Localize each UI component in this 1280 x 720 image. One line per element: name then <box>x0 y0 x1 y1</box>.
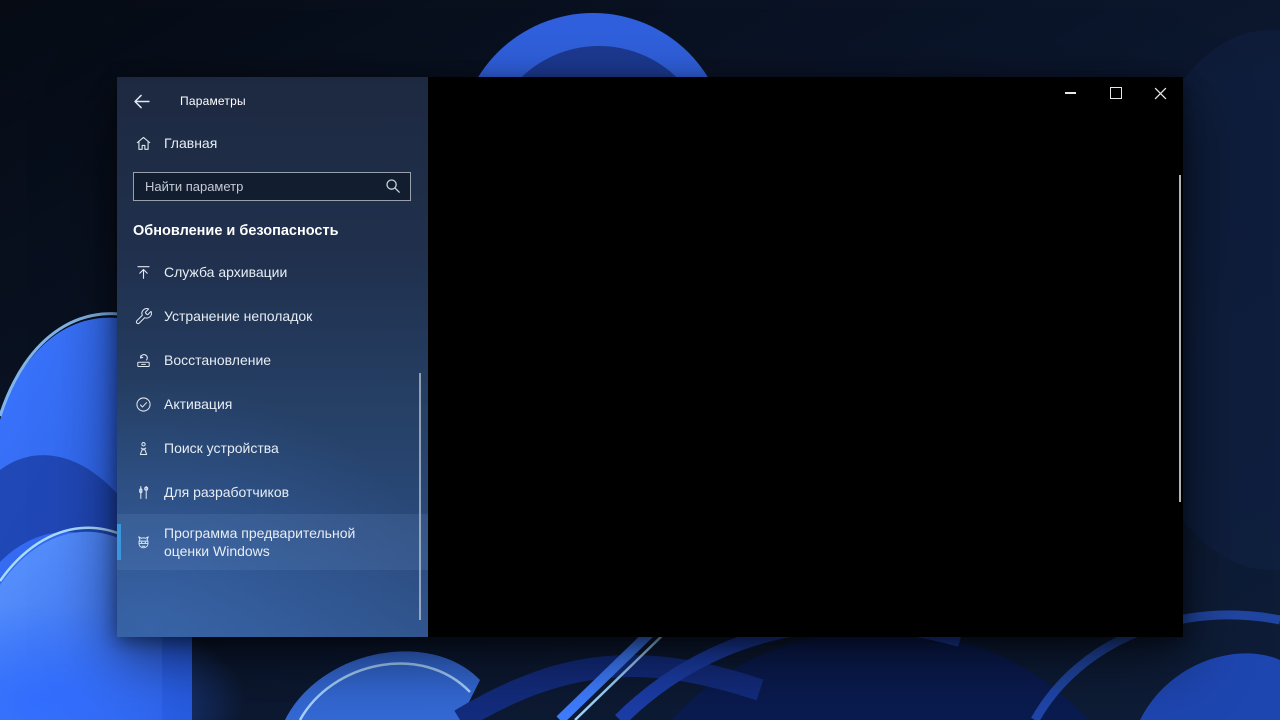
sidebar-item-home[interactable]: Главная <box>117 128 428 158</box>
sidebar-item-label: Активация <box>164 396 233 412</box>
sidebar-item-label: Служба архивации <box>164 264 288 280</box>
sidebar-item-label: Главная <box>164 135 218 151</box>
sidebar-item-troubleshoot[interactable]: Устранение неполадок <box>117 294 428 338</box>
section-header: Обновление и безопасность <box>133 223 339 239</box>
search-icon[interactable] <box>384 177 402 195</box>
back-arrow-icon <box>133 94 150 108</box>
search-box <box>133 172 411 201</box>
sidebar-item-label: Устранение неполадок <box>164 308 313 324</box>
sidebar-item-recovery[interactable]: Восстановление <box>117 338 428 382</box>
minimize-icon <box>1065 92 1076 94</box>
close-icon <box>1154 87 1167 99</box>
activation-icon <box>134 395 153 414</box>
sidebar-item-developers[interactable]: Для разработчиков <box>117 470 428 514</box>
sidebar-item-label: Поиск устройства <box>164 440 279 456</box>
content-pane <box>428 77 1183 637</box>
sidebar-item-activation[interactable]: Активация <box>117 382 428 426</box>
find-device-icon <box>134 439 153 458</box>
window-controls <box>1048 77 1183 109</box>
developers-icon <box>134 483 153 502</box>
sidebar-scrollbar[interactable] <box>419 373 421 620</box>
sidebar-nav: Служба архивации Устранение неполадок Во… <box>117 250 428 570</box>
titlebar: Параметры <box>117 77 428 113</box>
windows-insider-icon <box>134 533 153 552</box>
settings-window: Параметры Главная Найти параметр Обновле… <box>117 77 1183 637</box>
troubleshoot-icon <box>134 307 153 326</box>
minimize-button[interactable] <box>1048 77 1093 109</box>
recovery-icon <box>134 351 153 370</box>
maximize-button[interactable] <box>1093 77 1138 109</box>
home-icon <box>134 134 153 153</box>
backup-icon <box>134 263 153 282</box>
desktop: Параметры Главная Найти параметр Обновле… <box>0 0 1280 720</box>
content-scrollbar[interactable] <box>1179 175 1181 502</box>
window-title: Параметры <box>180 94 246 108</box>
close-button[interactable] <box>1138 77 1183 109</box>
sidebar-item-find-device[interactable]: Поиск устройства <box>117 426 428 470</box>
back-button[interactable] <box>132 92 150 110</box>
sidebar-item-windows-insider[interactable]: Программа предварительной оценки Windows <box>117 514 428 570</box>
maximize-icon <box>1109 87 1122 99</box>
sidebar-item-label: Восстановление <box>164 352 272 368</box>
search-input[interactable] <box>134 173 410 200</box>
sidebar-item-backup[interactable]: Служба архивации <box>117 250 428 294</box>
sidebar-item-label: Для разработчиков <box>164 484 290 500</box>
sidebar: Параметры Главная Найти параметр Обновле… <box>117 77 428 637</box>
sidebar-item-label: Программа предварительной оценки Windows <box>164 525 356 559</box>
